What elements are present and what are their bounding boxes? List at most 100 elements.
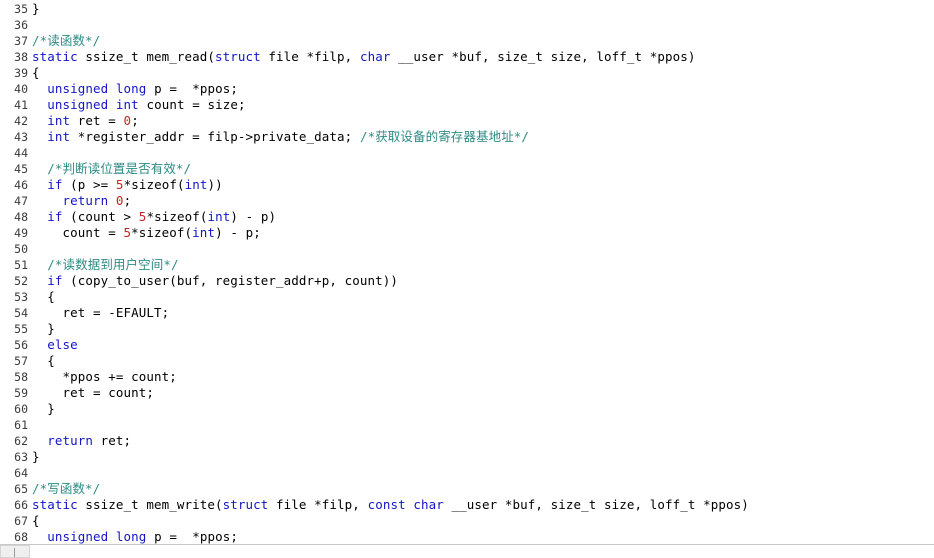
code-token-txt: ret = xyxy=(70,113,124,128)
code-token-kw: unsigned xyxy=(47,529,109,544)
code-line[interactable]: 60 } xyxy=(0,401,934,417)
code-line[interactable]: 66 static ssize_t mem_write(struct file *… xyxy=(0,497,934,513)
code-token-txt: { xyxy=(32,353,55,368)
code-token-txt: ret; xyxy=(93,433,132,448)
code-token-cmt: /*读函数*/ xyxy=(32,33,101,48)
line-content: if (p >= 5*sizeof(int)) xyxy=(32,177,934,193)
code-line[interactable]: 53 { xyxy=(0,289,934,305)
code-token-txt: ; xyxy=(123,193,132,208)
line-content: /*写函数*/ xyxy=(32,481,934,497)
line-number: 54 xyxy=(14,306,28,320)
code-token-txt: } xyxy=(32,401,55,416)
code-line[interactable]: 65 /*写函数*/ xyxy=(0,481,934,497)
code-line[interactable]: 44 xyxy=(0,145,934,161)
line-number: 63 xyxy=(14,450,28,464)
code-editor[interactable]: 35} 36 37/*读函数*/38 static ssize_t mem_read(… xyxy=(0,0,934,558)
line-content: /*判断读位置是否有效*/ xyxy=(32,161,934,177)
code-line[interactable]: 58 *ppos += count; xyxy=(0,369,934,385)
line-content: *ppos += count; xyxy=(32,369,934,385)
code-token-kw: long xyxy=(115,81,147,96)
code-line[interactable]: 39 { xyxy=(0,65,934,81)
line-content: ret = count; xyxy=(32,385,934,401)
code-line[interactable]: 43 int *register_addr = filp->private_da… xyxy=(0,129,934,145)
code-token-cmt: /*写函数*/ xyxy=(32,481,101,496)
code-token-kw: char xyxy=(413,497,444,512)
code-token-txt: { xyxy=(32,65,40,80)
horizontal-scrollbar[interactable] xyxy=(0,544,934,558)
line-content: } xyxy=(32,1,934,17)
code-line[interactable]: 38 static ssize_t mem_read(struct file *f… xyxy=(0,49,934,65)
code-token-txt: (p >= xyxy=(62,177,116,192)
code-line[interactable]: 37 /*读函数*/ xyxy=(0,33,934,49)
code-token-cmt: /*读数据到用户空间*/ xyxy=(47,257,179,272)
code-line[interactable]: 67 { xyxy=(0,513,934,529)
code-line[interactable]: 47 return 0; xyxy=(0,193,934,209)
line-content: } xyxy=(32,449,934,465)
line-content: unsigned long p = *ppos; xyxy=(32,529,934,544)
code-line[interactable]: 40 unsigned long p = *ppos; xyxy=(0,81,934,97)
code-line[interactable]: 42 int ret = 0; xyxy=(0,113,934,129)
code-token-cmt: /*判断读位置是否有效*/ xyxy=(47,161,192,176)
code-token-kw: static xyxy=(32,497,78,512)
code-line[interactable]: 50 xyxy=(0,241,934,257)
code-token-txt: *sizeof( xyxy=(131,225,193,240)
code-token-num: 5 xyxy=(123,225,132,240)
line-number: 64 xyxy=(14,466,28,480)
code-token-kw: int xyxy=(207,209,231,224)
code-line[interactable]: 49 count = 5*sizeof(int) - p; xyxy=(0,225,934,241)
code-line[interactable]: 57 { xyxy=(0,353,934,369)
code-line[interactable]: 61 xyxy=(0,417,934,433)
code-token-txt: ) - p) xyxy=(230,209,277,224)
line-number: 46 xyxy=(14,178,28,192)
code-line[interactable]: 45 /*判断读位置是否有效*/ xyxy=(0,161,934,177)
code-token-txt: __user *buf, size_t size, loff_t *ppos) xyxy=(443,497,749,512)
line-number: 48 xyxy=(14,210,28,224)
line-number: 43 xyxy=(14,130,28,144)
code-token-kw: int xyxy=(115,97,139,112)
code-token-num: 5 xyxy=(115,177,124,192)
line-number: 60 xyxy=(14,402,28,416)
line-number: 65 xyxy=(14,482,28,496)
line-number: 51 xyxy=(14,258,28,272)
line-content: count = 5*sizeof(int) - p; xyxy=(32,225,934,241)
code-line[interactable]: 68 unsigned long p = *ppos; xyxy=(0,529,934,544)
code-token-txt: ssize_t mem_read( xyxy=(77,49,216,64)
code-token-kw: unsigned xyxy=(47,97,109,112)
code-content-area[interactable]: 35} 36 37/*读函数*/38 static ssize_t mem_read(… xyxy=(0,0,934,544)
code-line[interactable]: 36 xyxy=(0,17,934,33)
code-line[interactable]: 63} xyxy=(0,449,934,465)
code-token-txt: { xyxy=(32,513,40,528)
line-number: 66 xyxy=(14,498,28,512)
code-line[interactable]: 64 xyxy=(0,465,934,481)
line-content: } xyxy=(32,401,934,417)
code-token-kw: else xyxy=(47,337,78,352)
code-line[interactable]: 59 ret = count; xyxy=(0,385,934,401)
code-token-txt: ret = count; xyxy=(32,385,155,400)
line-number: 42 xyxy=(14,114,28,128)
code-line[interactable]: 54 ret = -EFAULT; xyxy=(0,305,934,321)
scrollbar-track[interactable] xyxy=(0,545,934,558)
line-number: 35 xyxy=(14,2,28,16)
line-number: 67 xyxy=(14,514,28,528)
code-line[interactable]: 41 unsigned int count = size; xyxy=(0,97,934,113)
code-line[interactable]: 52 if (copy_to_user(buf, register_addr+p… xyxy=(0,273,934,289)
code-line[interactable]: 35} xyxy=(0,1,934,17)
code-line[interactable]: 56 else xyxy=(0,337,934,353)
code-token-txt: ssize_t mem_write( xyxy=(77,497,223,512)
scrollbar-thumb[interactable] xyxy=(0,545,30,558)
code-token-num: 0 xyxy=(115,193,124,208)
code-line[interactable]: 55 } xyxy=(0,321,934,337)
line-number: 47 xyxy=(14,194,28,208)
code-line[interactable]: 51 /*读数据到用户空间*/ xyxy=(0,257,934,273)
code-token-kw: int xyxy=(47,113,71,128)
code-line[interactable]: 48 if (count > 5*sizeof(int) - p) xyxy=(0,209,934,225)
code-line[interactable]: 62 return ret; xyxy=(0,433,934,449)
code-token-txt: } xyxy=(32,321,55,336)
code-line[interactable]: 46 if (p >= 5*sizeof(int)) xyxy=(0,177,934,193)
